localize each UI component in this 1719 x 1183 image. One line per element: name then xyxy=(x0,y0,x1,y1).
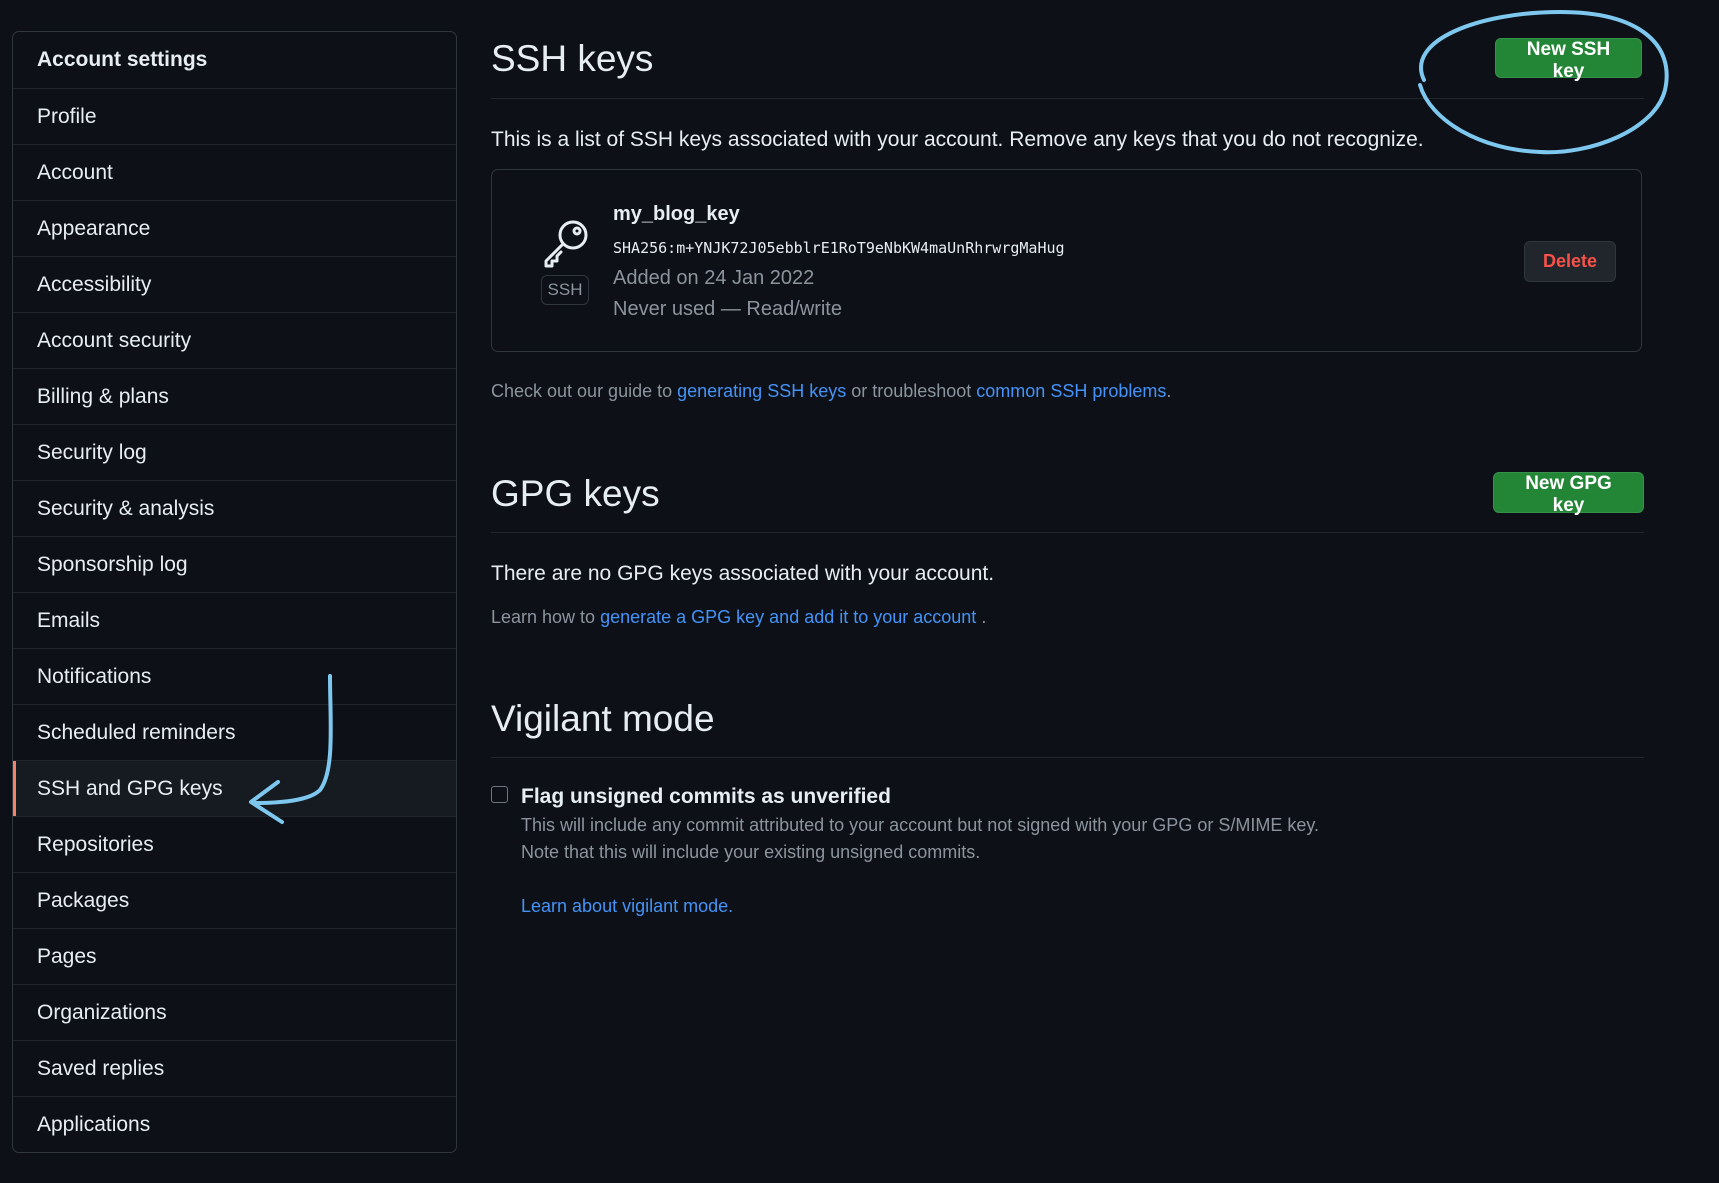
ssh-guide-prefix: Check out our guide to xyxy=(491,381,678,401)
flag-unsigned-commits-label[interactable]: Flag unsigned commits as unverified xyxy=(521,785,891,809)
sidebar-item-security-analysis[interactable]: Security & analysis xyxy=(13,480,456,536)
ssh-key-card: SSH my_blog_key SHA256:m+YNJK72J05ebblrE… xyxy=(491,169,1642,352)
sidebar-item-notifications[interactable]: Notifications xyxy=(13,648,456,704)
sidebar-item-account-security[interactable]: Account security xyxy=(13,312,456,368)
ssh-key-name: my_blog_key xyxy=(613,203,740,225)
ssh-key-usage: Never used — Read/write xyxy=(613,298,842,320)
ssh-key-fingerprint: SHA256:m+YNJK72J05ebblrE1RoT9eNbKW4maUnR… xyxy=(613,239,1065,257)
ssh-guide-text: Check out our guide to generating SSH ke… xyxy=(491,381,1171,402)
sidebar-item-sponsorship-log[interactable]: Sponsorship log xyxy=(13,536,456,592)
new-gpg-key-button[interactable]: New GPG key xyxy=(1493,472,1644,516)
delete-ssh-key-button[interactable]: Delete xyxy=(1524,241,1616,282)
sidebar-item-ssh-gpg-keys[interactable]: SSH and GPG keys xyxy=(13,760,456,816)
ssh-key-added-date: Added on 24 Jan 2022 xyxy=(613,267,815,289)
ssh-guide-suffix: . xyxy=(1166,381,1172,401)
sidebar-item-appearance[interactable]: Appearance xyxy=(13,200,456,256)
common-ssh-problems-link[interactable]: common SSH problems xyxy=(976,381,1166,401)
vigilant-description-line1: This will include any commit attributed … xyxy=(521,815,1320,835)
vigilant-mode-title: Vigilant mode xyxy=(491,698,715,739)
sidebar-item-scheduled-reminders[interactable]: Scheduled reminders xyxy=(13,704,456,760)
sidebar-item-profile[interactable]: Profile xyxy=(13,88,456,144)
learn-vigilant-mode-link[interactable]: Learn about vigilant mode. xyxy=(521,896,733,917)
vigilant-section-header: Vigilant mode xyxy=(491,680,1644,758)
gpg-learn-prefix: Learn how to xyxy=(491,607,601,627)
gpg-section-header: GPG keys New GPG key xyxy=(491,440,1644,533)
key-icon xyxy=(544,220,588,268)
sidebar-header: Account settings xyxy=(37,48,208,71)
ssh-section-header: SSH keys New SSH key xyxy=(491,0,1644,99)
sidebar-item-organizations[interactable]: Organizations xyxy=(13,984,456,1040)
sidebar-item-repositories[interactable]: Repositories xyxy=(13,816,456,872)
sidebar-item-applications[interactable]: Applications xyxy=(13,1096,456,1152)
sidebar-item-packages[interactable]: Packages xyxy=(13,872,456,928)
generate-gpg-key-link[interactable]: generate a GPG key and add it to your ac… xyxy=(600,607,976,627)
settings-sidebar: Account settings Profile Account Appeara… xyxy=(12,31,457,1153)
sidebar-item-billing[interactable]: Billing & plans xyxy=(13,368,456,424)
sidebar-item-security-log[interactable]: Security log xyxy=(13,424,456,480)
sidebar-item-pages[interactable]: Pages xyxy=(13,928,456,984)
vigilant-description-line2: Note that this will include your existin… xyxy=(521,842,981,862)
gpg-learn-suffix: . xyxy=(976,607,987,627)
new-ssh-key-button[interactable]: New SSH key xyxy=(1495,38,1642,82)
ssh-guide-middle: or troubleshoot xyxy=(846,381,977,401)
ssh-keys-title: SSH keys xyxy=(491,38,654,79)
gpg-keys-title: GPG keys xyxy=(491,473,660,514)
generating-ssh-keys-link[interactable]: generating SSH keys xyxy=(677,381,846,401)
sidebar-item-emails[interactable]: Emails xyxy=(13,592,456,648)
flag-unsigned-commits-checkbox[interactable] xyxy=(491,786,508,803)
ssh-type-badge: SSH xyxy=(541,275,589,305)
gpg-empty-text: There are no GPG keys associated with yo… xyxy=(491,562,995,585)
sidebar-item-account[interactable]: Account xyxy=(13,144,456,200)
sidebar-item-saved-replies[interactable]: Saved replies xyxy=(13,1040,456,1096)
gpg-learn-text: Learn how to generate a GPG key and add … xyxy=(491,607,986,628)
ssh-description: This is a list of SSH keys associated wi… xyxy=(491,128,1424,151)
sidebar-item-accessibility[interactable]: Accessibility xyxy=(13,256,456,312)
